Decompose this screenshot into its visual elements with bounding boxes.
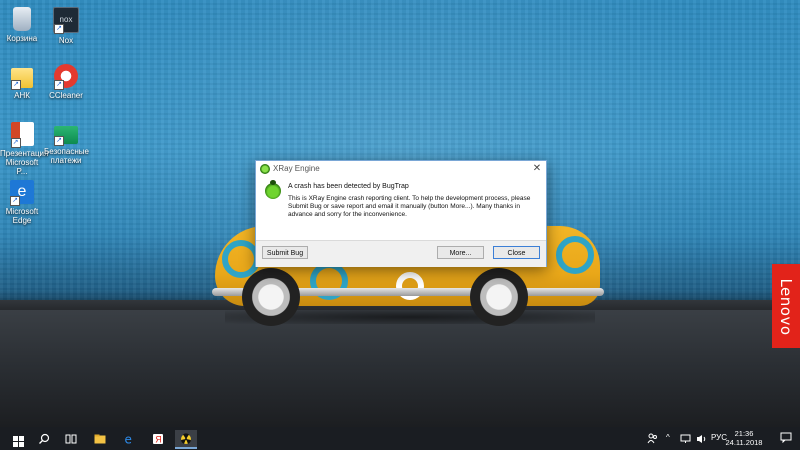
safe-money-icon: ↗ xyxy=(54,126,78,146)
clock-date: 24.11.2018 xyxy=(725,438,763,447)
desktop-icon-label: Безопасные платежи xyxy=(44,147,89,165)
xray-engine-icon xyxy=(260,164,270,174)
desktop-icon-ccleaner[interactable]: ↗ CCleaner xyxy=(44,64,88,100)
dialog-titlebar[interactable]: XRay Engine ✕ xyxy=(256,161,546,177)
clock-time: 21:36 xyxy=(734,429,754,438)
edge-icon: e xyxy=(125,433,132,445)
shortcut-arrow-icon: ↗ xyxy=(54,136,64,146)
desktop-icon-edge[interactable]: e ↗ Microsoft Edge xyxy=(0,180,44,225)
bug-icon xyxy=(265,180,281,199)
desktop-icon-recycle-bin[interactable]: Корзина xyxy=(0,7,44,43)
taskbar-clock[interactable]: 21:36 24.11.2018 xyxy=(718,429,770,447)
people-icon[interactable] xyxy=(647,433,658,444)
desktop-icon-presentation[interactable]: ↗ Презентация Microsoft P... xyxy=(0,122,49,176)
desktop-icon-label: АНК xyxy=(14,91,30,100)
shortcut-arrow-icon: ↗ xyxy=(54,24,64,34)
dialog-title: XRay Engine xyxy=(273,164,320,173)
yandex-browser-icon: Я xyxy=(153,434,163,445)
volume-icon[interactable] xyxy=(696,434,707,444)
notifications-icon[interactable] xyxy=(780,432,792,443)
desktop-icon-label: Презентация Microsoft P... xyxy=(0,149,49,176)
task-view-button[interactable] xyxy=(60,430,82,447)
more-button[interactable]: More... xyxy=(437,246,484,259)
svg-text:e: e xyxy=(125,433,132,445)
desktop-icon-safe-payments[interactable]: ↗ Безопасные платежи xyxy=(44,122,89,165)
task-view-icon xyxy=(65,434,77,444)
shortcut-arrow-icon: ↗ xyxy=(54,80,64,90)
xray-engine-icon xyxy=(181,433,191,444)
car-circle-decal xyxy=(556,236,594,274)
crash-headline: A crash has been detected by BugTrap xyxy=(288,183,409,190)
nox-logo-text: nox xyxy=(59,15,73,24)
desktop-icon-ahk[interactable]: ↗ АНК xyxy=(0,64,44,100)
folder-icon: ↗ xyxy=(11,68,33,90)
start-button[interactable] xyxy=(4,430,26,447)
shortcut-arrow-icon: ↗ xyxy=(10,196,20,206)
desktop-icon-label: Nox xyxy=(58,36,74,45)
close-icon[interactable]: ✕ xyxy=(530,162,544,175)
desktop-icon-label: Корзина xyxy=(6,34,38,43)
lenovo-logo-text: Lenovo xyxy=(777,278,795,336)
shortcut-arrow-icon: ↗ xyxy=(11,80,21,90)
nox-icon: nox ↗ xyxy=(53,7,79,34)
desktop-icon-nox[interactable]: nox ↗ Nox xyxy=(44,7,88,45)
desktop-icon-label: Microsoft Edge xyxy=(5,207,39,225)
car-wheel xyxy=(242,268,300,326)
desktop-icon-label: CCleaner xyxy=(49,91,83,100)
powerpoint-icon: ↗ xyxy=(10,122,34,148)
svg-text:Я: Я xyxy=(155,435,162,445)
close-button[interactable]: Close xyxy=(493,246,540,259)
taskbar: e Я ^ РУС 21:36 24.11.2018 xyxy=(0,427,800,450)
recycle-bin-icon xyxy=(13,7,31,31)
dialog-button-bar: Submit Bug More... Close xyxy=(256,240,546,267)
tray-overflow-icon[interactable]: ^ xyxy=(666,433,670,442)
crash-description: This is XRay Engine crash reporting clie… xyxy=(288,195,531,218)
network-icon[interactable] xyxy=(680,434,691,444)
xray-engine-taskbar-button[interactable] xyxy=(175,430,197,449)
search-button[interactable] xyxy=(33,430,55,447)
car-wheel xyxy=(470,268,528,326)
crash-report-dialog: XRay Engine ✕ A crash has been detected … xyxy=(255,160,547,267)
ccleaner-icon: ↗ xyxy=(54,64,78,90)
file-explorer-icon xyxy=(94,434,106,444)
lenovo-brand-tab: Lenovo xyxy=(772,264,800,348)
edge-icon: e ↗ xyxy=(10,180,34,206)
submit-bug-button[interactable]: Submit Bug xyxy=(262,246,308,259)
yandex-taskbar-button[interactable]: Я xyxy=(147,430,169,447)
shortcut-arrow-icon: ↗ xyxy=(10,138,21,148)
start-icon xyxy=(13,436,24,447)
search-icon xyxy=(39,433,50,444)
file-explorer-taskbar-button[interactable] xyxy=(89,430,111,447)
edge-taskbar-button[interactable]: e xyxy=(118,430,140,447)
